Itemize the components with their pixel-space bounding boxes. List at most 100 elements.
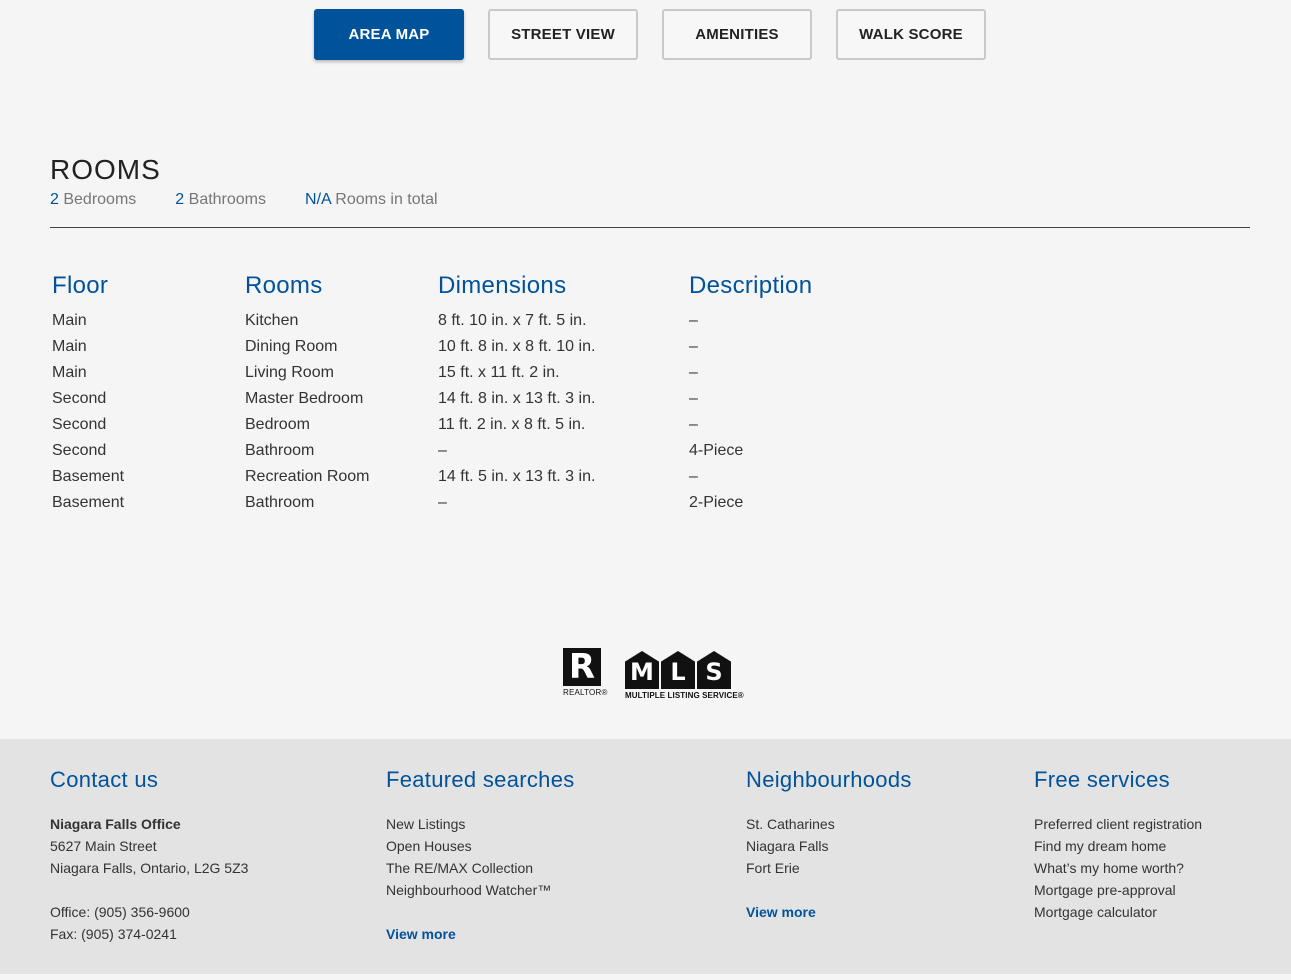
link-find-dream-home[interactable]: Find my dream home — [1034, 835, 1202, 857]
table-row: Main Dining Room 10 ft. 8 in. x 8 ft. 10… — [52, 334, 889, 360]
realtor-logo-text: REALTOR® — [563, 688, 608, 697]
footer-spacer — [50, 879, 248, 901]
map-tabs: AREA MAP STREET VIEW AMENITIES WALK SCOR… — [314, 9, 986, 60]
table-row: Second Bedroom 11 ft. 2 in. x 8 ft. 5 in… — [52, 412, 889, 438]
bedrooms-label: Bedrooms — [63, 191, 137, 208]
header-floor: Floor — [52, 272, 109, 299]
header-dimensions: Dimensions — [438, 272, 567, 299]
realtor-logo: R REALTOR® — [563, 648, 608, 700]
link-st-catharines[interactable]: St. Catharines — [746, 813, 912, 835]
cell-dimensions: 14 ft. 5 in. x 13 ft. 3 in. — [438, 468, 596, 485]
mls-house-m-icon: M — [625, 651, 659, 689]
table-row: Second Bathroom – 4-Piece — [52, 438, 889, 464]
cell-description: – — [689, 364, 698, 381]
link-mortgage-pre-approval[interactable]: Mortgage pre-approval — [1034, 879, 1202, 901]
link-home-worth[interactable]: What’s my home worth? — [1034, 857, 1202, 879]
cell-floor: Second — [52, 442, 107, 459]
cell-floor: Basement — [52, 494, 125, 511]
listing-content: AREA MAP STREET VIEW AMENITIES WALK SCOR… — [0, 0, 1291, 739]
bedrooms-summary: 2 Bedrooms — [50, 191, 136, 209]
cell-description: 2-Piece — [689, 494, 744, 511]
cell-dimensions: – — [438, 442, 447, 459]
cell-floor: Main — [52, 364, 87, 381]
cell-dimensions: 15 ft. x 11 ft. 2 in. — [438, 364, 560, 381]
cell-room: Bathroom — [245, 442, 315, 459]
cell-floor: Second — [52, 416, 107, 433]
mls-logo: M L S MULTIPLE LISTING SERVICE® — [625, 651, 744, 700]
office-address-line2: Niagara Falls, Ontario, L2G 5Z3 — [50, 860, 249, 876]
mls-house-icons: M L S — [625, 651, 731, 689]
site-footer: Contact us Niagara Falls Office 5627 Mai… — [0, 739, 1291, 974]
cell-description: – — [689, 468, 698, 485]
footer-services-heading: Free services — [1034, 767, 1170, 792]
footer-services-column: Free services Preferred client registrat… — [1034, 767, 1202, 923]
link-mortgage-calculator[interactable]: Mortgage calculator — [1034, 901, 1202, 923]
mls-logo-text: MULTIPLE LISTING SERVICE® — [625, 691, 744, 700]
table-row: Main Kitchen 8 ft. 10 in. x 7 ft. 5 in. … — [52, 308, 889, 334]
rooms-table-header: Floor Rooms Dimensions Description — [52, 271, 889, 308]
realtor-mark-icon: R — [563, 648, 601, 686]
total-rooms-count: N/A — [305, 191, 331, 208]
rooms-table: Floor Rooms Dimensions Description Main … — [52, 271, 889, 516]
rooms-divider — [50, 227, 1250, 228]
footer-spacer — [746, 879, 912, 901]
cell-description: – — [689, 416, 698, 433]
featured-view-more-link[interactable]: View more — [386, 923, 575, 945]
cell-floor: Main — [52, 312, 87, 329]
cell-room: Living Room — [245, 364, 334, 381]
header-description: Description — [689, 272, 813, 299]
cell-floor: Basement — [52, 468, 125, 485]
cell-room: Bedroom — [245, 416, 310, 433]
link-new-listings[interactable]: New Listings — [386, 813, 575, 835]
footer-featured-heading: Featured searches — [386, 767, 575, 792]
total-rooms-summary: N/A Rooms in total — [305, 191, 438, 209]
link-preferred-client-registration[interactable]: Preferred client registration — [1034, 813, 1202, 835]
cell-room: Bathroom — [245, 494, 315, 511]
tab-walk-score[interactable]: WALK SCORE — [836, 9, 986, 60]
link-neighbourhood-watcher[interactable]: Neighbourhood Watcher™ — [386, 879, 575, 901]
cell-dimensions: – — [438, 494, 447, 511]
cell-room: Master Bedroom — [245, 390, 364, 407]
footer-bottom-strip — [0, 974, 1291, 980]
table-row: Basement Recreation Room 14 ft. 5 in. x … — [52, 464, 889, 490]
footer-contact-heading: Contact us — [50, 767, 159, 792]
cell-floor: Second — [52, 390, 107, 407]
tab-street-view[interactable]: STREET VIEW — [488, 9, 638, 60]
footer-neighbourhoods-heading: Neighbourhoods — [746, 767, 912, 792]
cell-floor: Main — [52, 338, 87, 355]
bedrooms-count: 2 — [50, 191, 59, 208]
cell-description: – — [689, 338, 698, 355]
mls-house-s-icon: S — [697, 651, 731, 689]
table-row: Main Living Room 15 ft. x 11 ft. 2 in. – — [52, 360, 889, 386]
cell-description: – — [689, 390, 698, 407]
cell-description: – — [689, 312, 698, 329]
rooms-summary: 2 Bedrooms 2 Bathrooms N/A Rooms in tota… — [50, 191, 438, 209]
affiliation-logos: R REALTOR® M L S MULTIPLE LISTING SERVIC… — [563, 648, 744, 700]
cell-dimensions: 11 ft. 2 in. x 8 ft. 5 in. — [438, 416, 586, 433]
footer-contact-column: Contact us Niagara Falls Office 5627 Mai… — [50, 767, 248, 945]
tab-amenities[interactable]: AMENITIES — [662, 9, 812, 60]
office-name: Niagara Falls Office — [50, 816, 181, 832]
neighbourhoods-view-more-link[interactable]: View more — [746, 901, 912, 923]
mls-house-l-icon: L — [661, 651, 695, 689]
footer-spacer — [386, 901, 575, 923]
bathrooms-label: Bathrooms — [188, 191, 267, 208]
tab-area-map[interactable]: AREA MAP — [314, 9, 464, 60]
office-phone[interactable]: Office: (905) 356-9600 — [50, 901, 248, 923]
link-fort-erie[interactable]: Fort Erie — [746, 857, 912, 879]
cell-room: Dining Room — [245, 338, 338, 355]
link-open-houses[interactable]: Open Houses — [386, 835, 575, 857]
bathrooms-count: 2 — [175, 191, 185, 208]
cell-dimensions: 8 ft. 10 in. x 7 ft. 5 in. — [438, 312, 587, 329]
table-row: Basement Bathroom – 2-Piece — [52, 490, 889, 516]
bathrooms-summary: 2 Bathrooms — [175, 191, 266, 209]
cell-dimensions: 10 ft. 8 in. x 8 ft. 10 in. — [438, 338, 596, 355]
link-remax-collection[interactable]: The RE/MAX Collection — [386, 857, 575, 879]
link-niagara-falls[interactable]: Niagara Falls — [746, 835, 912, 857]
cell-dimensions: 14 ft. 8 in. x 13 ft. 3 in. — [438, 390, 596, 407]
total-rooms-label: Rooms in total — [335, 191, 438, 208]
header-rooms: Rooms — [245, 272, 323, 299]
office-address-line1: 5627 Main Street — [50, 838, 157, 854]
rooms-title: ROOMS — [50, 154, 161, 185]
table-row: Second Master Bedroom 14 ft. 8 in. x 13 … — [52, 386, 889, 412]
